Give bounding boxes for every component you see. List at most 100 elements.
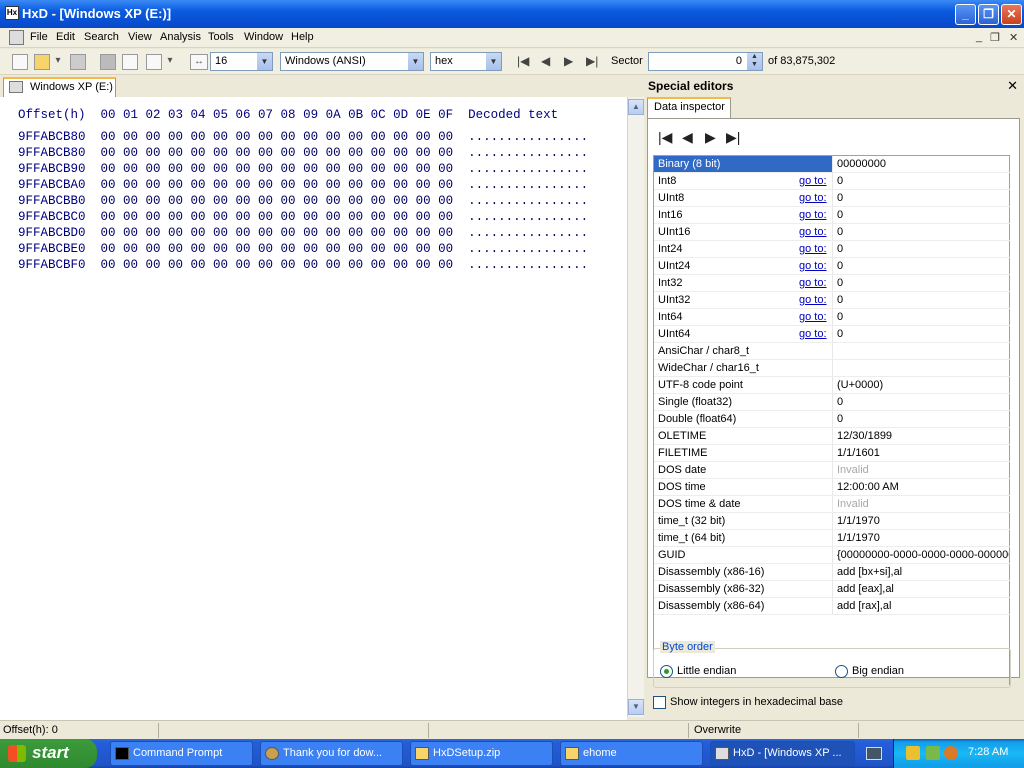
next-sector-icon[interactable]: ▶	[564, 54, 573, 68]
inspector-row[interactable]: WideChar / char16_t	[654, 360, 1010, 377]
menu-edit[interactable]: Edit	[56, 31, 75, 43]
sector-input[interactable]: 0 ▲ ▼	[648, 52, 763, 71]
next-byte-icon[interactable]: ▶	[705, 129, 716, 146]
hex-row[interactable]: 9FFABCBE0 00 00 00 00 00 00 00 00 00 00 …	[18, 242, 588, 258]
inspector-row[interactable]: AnsiChar / char8_t	[654, 343, 1010, 360]
row-decoded-text[interactable]: ................	[468, 130, 588, 144]
row-bytes[interactable]: 00 00 00 00 00 00 00 00 00 00 00 00 00 0…	[101, 210, 454, 224]
menu-analysis[interactable]: Analysis	[160, 31, 201, 43]
inspector-value[interactable]: 00000000	[837, 158, 1009, 170]
inspector-value[interactable]: 0	[837, 413, 1009, 425]
inspector-row[interactable]: Binary (8 bit) 00000000	[654, 156, 1010, 173]
taskbar-item-hxd[interactable]: HxD - [Windows XP ...	[710, 741, 855, 766]
inspector-row[interactable]: Int8 go to: 0	[654, 173, 1010, 190]
inspector-value[interactable]: 0	[837, 311, 1009, 323]
inspector-row[interactable]: Disassembly (x86-16) add [bx+si],al	[654, 564, 1010, 581]
row-bytes[interactable]: 00 00 00 00 00 00 00 00 00 00 00 00 00 0…	[101, 194, 454, 208]
hex-row[interactable]: 9FFABCB90 00 00 00 00 00 00 00 00 00 00 …	[18, 162, 588, 178]
row-decoded-text[interactable]: ................	[468, 178, 588, 192]
hex-row[interactable]: 9FFABCBF0 00 00 00 00 00 00 00 00 00 00 …	[18, 258, 588, 274]
big-endian-radio[interactable]	[835, 665, 848, 678]
inspector-value[interactable]: 1/1/1970	[837, 532, 1009, 544]
menu-search[interactable]: Search	[84, 31, 119, 43]
inspector-row[interactable]: Disassembly (x86-32) add [eax],al	[654, 581, 1010, 598]
bytes-per-row-select[interactable]: 16 ▼	[210, 52, 273, 71]
inspector-value[interactable]: (U+0000)	[837, 379, 1009, 391]
row-bytes[interactable]: 00 00 00 00 00 00 00 00 00 00 00 00 00 0…	[101, 146, 454, 160]
row-bytes[interactable]: 00 00 00 00 00 00 00 00 00 00 00 00 00 0…	[101, 242, 454, 256]
inspector-row[interactable]: time_t (32 bit) 1/1/1970	[654, 513, 1010, 530]
inspector-value[interactable]: 0	[837, 277, 1009, 289]
menu-window[interactable]: Window	[244, 31, 283, 43]
row-decoded-text[interactable]: ................	[468, 194, 588, 208]
hex-row[interactable]: 9FFABCBC0 00 00 00 00 00 00 00 00 00 00 …	[18, 210, 588, 226]
hex-row[interactable]: 9FFABCBB0 00 00 00 00 00 00 00 00 00 00 …	[18, 194, 588, 210]
inspector-value[interactable]: 0	[837, 192, 1009, 204]
row-decoded-text[interactable]: ................	[468, 146, 588, 160]
inspector-row[interactable]: GUID {00000000-0000-0000-0000-000000	[654, 547, 1010, 564]
first-byte-icon[interactable]: |◀	[658, 129, 672, 146]
inspector-value[interactable]: 0	[837, 175, 1009, 187]
menu-file[interactable]: File	[30, 31, 48, 43]
inspector-row[interactable]: UTF-8 code point (U+0000)	[654, 377, 1010, 394]
inspector-grid[interactable]: Binary (8 bit) 00000000 Int8 go to: 0 UInt8 go…	[653, 155, 1010, 685]
inspector-value[interactable]: 0	[837, 209, 1009, 221]
mdi-restore-button[interactable]: ❐	[990, 31, 1000, 44]
open-disk-icon[interactable]	[100, 54, 116, 70]
taskbar-item-browser[interactable]: Thank you for dow...	[260, 741, 403, 766]
inspector-row[interactable]: time_t (64 bit) 1/1/1970	[654, 530, 1010, 547]
previous-sector-icon[interactable]: ◀	[541, 54, 550, 68]
minimize-button[interactable]: _	[955, 4, 976, 25]
row-bytes[interactable]: 00 00 00 00 00 00 00 00 00 00 00 00 00 0…	[101, 162, 454, 176]
chevron-down-icon[interactable]: ▼	[486, 53, 501, 70]
first-sector-icon[interactable]: |◀	[517, 54, 529, 68]
save-icon[interactable]	[70, 54, 86, 70]
row-bytes[interactable]: 00 00 00 00 00 00 00 00 00 00 00 00 00 0…	[101, 258, 454, 272]
row-decoded-text[interactable]: ................	[468, 162, 588, 176]
display-mode-select[interactable]: hex ▼	[430, 52, 502, 71]
new-file-icon[interactable]	[12, 54, 28, 70]
hex-row[interactable]: 9FFABCBD0 00 00 00 00 00 00 00 00 00 00 …	[18, 226, 588, 242]
mdi-minimize-button[interactable]: _	[976, 31, 982, 43]
search-icon[interactable]	[944, 746, 958, 760]
row-decoded-text[interactable]: ................	[468, 226, 588, 240]
restore-button[interactable]: ❐	[978, 4, 999, 25]
row-bytes[interactable]: 00 00 00 00 00 00 00 00 00 00 00 00 00 0…	[101, 226, 454, 240]
open-folder-icon[interactable]	[34, 54, 50, 70]
inspector-value[interactable]: 1/1/1601	[837, 447, 1009, 459]
mdi-close-button[interactable]: ✕	[1009, 31, 1018, 44]
previous-byte-icon[interactable]: ◀	[682, 129, 693, 146]
title-bar[interactable]: Hx HxD - [Windows XP (E:)] _ ❐ ✕	[0, 0, 1024, 28]
inspector-value[interactable]: 0	[837, 260, 1009, 272]
inspector-value[interactable]: add [rax],al	[837, 600, 1009, 612]
open-ram-icon[interactable]	[122, 54, 138, 70]
hex-editor[interactable]: Offset(h) 00 01 02 03 04 05 06 07 08 09 …	[0, 97, 627, 720]
inspector-value[interactable]: 0	[837, 226, 1009, 238]
keyboard-icon[interactable]	[866, 747, 882, 760]
scroll-up-icon[interactable]: ▲	[628, 99, 644, 115]
close-button[interactable]: ✕	[1001, 4, 1022, 25]
big-endian-label[interactable]: Big endian	[852, 665, 904, 677]
inspector-row[interactable]: Int32 go to: 0	[654, 275, 1010, 292]
inspector-value[interactable]: add [eax],al	[837, 583, 1009, 595]
goto-link[interactable]: go to:	[799, 192, 827, 204]
inspector-row[interactable]: Double (float64) 0	[654, 411, 1010, 428]
goto-link[interactable]: go to:	[799, 260, 827, 272]
sync-icon[interactable]	[146, 54, 162, 70]
inspector-row[interactable]: DOS time 12:00:00 AM	[654, 479, 1010, 496]
hex-integers-checkbox[interactable]	[653, 696, 666, 709]
goto-link[interactable]: go to:	[799, 209, 827, 221]
inspector-value[interactable]: 12:00:00 AM	[837, 481, 1009, 493]
taskbar-item-ehome[interactable]: ehome	[560, 741, 703, 766]
charset-select[interactable]: Windows (ANSI) ▼	[280, 52, 424, 71]
goto-link[interactable]: go to:	[799, 226, 827, 238]
inspector-row[interactable]: UInt16 go to: 0	[654, 224, 1010, 241]
sector-spinner-icon[interactable]: ▲ ▼	[747, 53, 762, 70]
inspector-row[interactable]: Int64 go to: 0	[654, 309, 1010, 326]
inspector-value[interactable]: 0	[837, 328, 1009, 340]
inspector-row[interactable]: UInt64 go to: 0	[654, 326, 1010, 343]
row-decoded-text[interactable]: ................	[468, 210, 588, 224]
row-decoded-text[interactable]: ................	[468, 242, 588, 256]
menu-help[interactable]: Help	[291, 31, 314, 43]
document-icon[interactable]	[9, 30, 24, 45]
